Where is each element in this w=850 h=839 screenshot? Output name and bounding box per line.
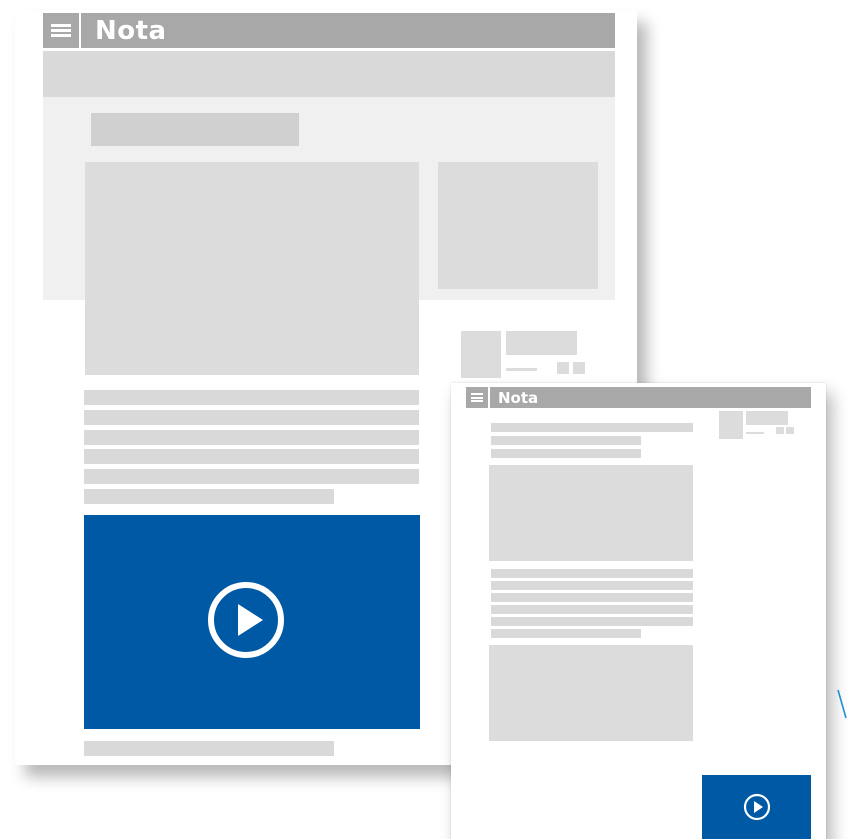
- desktop-menu-button[interactable]: [43, 13, 81, 48]
- desktop-text-line: [84, 410, 419, 425]
- mobile-text-line: [491, 581, 693, 590]
- mobile-sidebar-meta-box: [776, 427, 784, 434]
- mobile-sidebar-title-placeholder: [746, 411, 788, 425]
- desktop-text-line: [84, 449, 419, 464]
- mobile-text-line: [491, 617, 693, 626]
- accent-stroke-decoration: [837, 689, 847, 719]
- desktop-text-line: [84, 469, 419, 484]
- desktop-video-player[interactable]: [84, 515, 420, 729]
- desktop-sidebar-thumb: [461, 331, 501, 378]
- play-circle-icon[interactable]: [742, 792, 772, 822]
- mobile-text-line: [491, 605, 693, 614]
- mobile-header: Nota: [466, 387, 811, 408]
- mobile-text-line: [491, 569, 693, 578]
- desktop-sidebar-meta-box: [573, 362, 585, 374]
- desktop-caption-line: [84, 741, 334, 756]
- mobile-text-line: [491, 629, 641, 638]
- mobile-headline-line: [491, 423, 693, 432]
- mobile-headline-line: [491, 436, 641, 445]
- play-circle-icon[interactable]: [207, 581, 285, 659]
- mobile-main-image-placeholder: [489, 465, 693, 561]
- hamburger-menu-icon: [51, 24, 71, 38]
- desktop-site-title: Nota: [95, 16, 167, 46]
- desktop-text-line: [84, 430, 419, 445]
- wireframe-illustration: Nota Nota: [0, 0, 850, 839]
- mobile-sidebar-thumb: [719, 411, 743, 439]
- mobile-sidebar-meta-line: [746, 432, 764, 434]
- mobile-second-image-placeholder: [489, 645, 693, 741]
- desktop-main-image-placeholder: [85, 162, 419, 375]
- desktop-nav-band: [43, 51, 615, 97]
- mobile-video-player[interactable]: [702, 775, 811, 839]
- desktop-headline-placeholder: [91, 113, 299, 146]
- desktop-side-image-placeholder: [438, 162, 598, 289]
- desktop-sidebar-meta-box: [557, 362, 569, 374]
- desktop-text-line: [84, 390, 419, 405]
- mobile-page-mockup: Nota: [451, 383, 826, 839]
- desktop-sidebar-title-placeholder: [506, 331, 577, 355]
- hamburger-menu-icon: [471, 393, 483, 402]
- mobile-text-line: [491, 593, 693, 602]
- desktop-text-line: [84, 489, 334, 504]
- desktop-header: Nota: [43, 13, 615, 48]
- mobile-sidebar-meta-box: [786, 427, 794, 434]
- mobile-site-title: Nota: [498, 389, 539, 407]
- mobile-menu-button[interactable]: [466, 387, 490, 408]
- desktop-sidebar-meta-line: [506, 368, 537, 371]
- mobile-headline-line: [491, 449, 641, 458]
